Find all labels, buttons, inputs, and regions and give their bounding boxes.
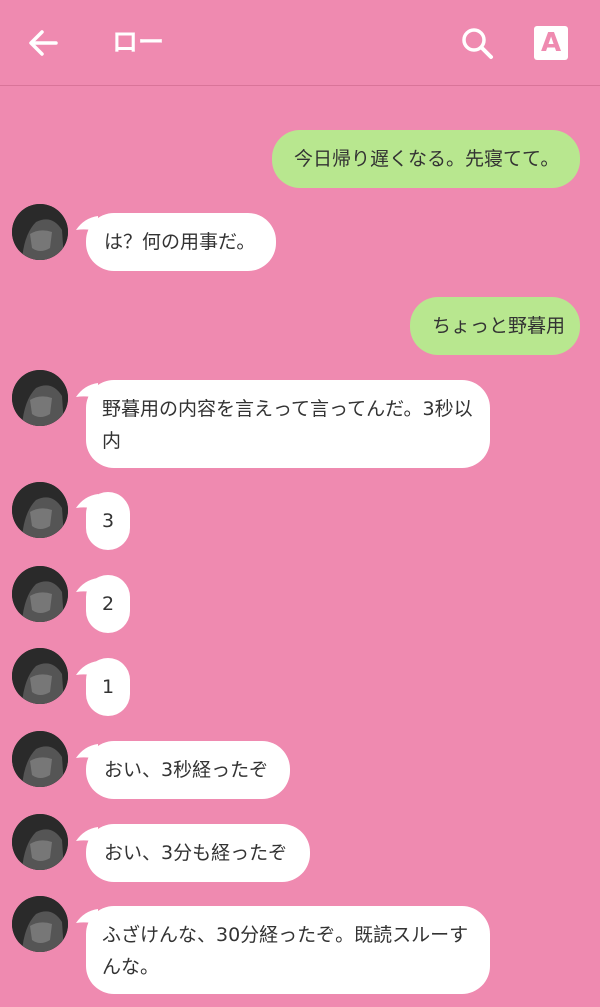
message-bubble-outgoing: ちょっと野暮用 [410, 297, 580, 355]
message-bubble-outgoing: 今日帰り遅くなる。先寝てて。 [272, 130, 580, 188]
message-bubble-incoming: 1 [86, 658, 130, 716]
chat-header: ロー A [0, 0, 600, 86]
message-bubble-incoming: おい、3秒経ったぞ [86, 741, 290, 799]
avatar[interactable] [12, 648, 68, 704]
message-text: 2 [101, 593, 115, 615]
message-bubble-incoming: 2 [86, 575, 130, 633]
message-text: 1 [101, 676, 115, 698]
back-arrow-icon[interactable] [26, 26, 60, 60]
avatar[interactable] [12, 814, 68, 870]
search-icon[interactable] [458, 24, 496, 62]
message-bubble-incoming: 3 [86, 492, 130, 550]
message-bubble-incoming: は？何の用事だ。 [86, 213, 276, 271]
contact-name: ロー [112, 28, 165, 58]
message-text: ふざけんな、30分経ったぞ。既読スルーすんな。 [102, 924, 469, 978]
avatar[interactable] [12, 482, 68, 538]
message-text: 今日帰り遅くなる。先寝てて。 [294, 148, 560, 170]
message-text: おい、3分も経ったぞ [104, 842, 288, 864]
font-size-button[interactable]: A [534, 26, 568, 60]
message-text: は？何の用事だ。 [104, 231, 256, 253]
bubble-tail [556, 134, 578, 150]
avatar[interactable] [12, 566, 68, 622]
message-text: おい、3秒経ったぞ [104, 759, 269, 781]
avatar[interactable] [12, 370, 68, 426]
avatar[interactable] [12, 731, 68, 787]
message-bubble-incoming: おい、3分も経ったぞ [86, 824, 310, 882]
message-bubble-incoming: ふざけんな、30分経ったぞ。既読スルーすんな。 [86, 906, 490, 994]
message-text: 野暮用の内容を言えって言ってんだ。3秒以内 [102, 398, 473, 452]
avatar[interactable] [12, 896, 68, 952]
message-text: 3 [101, 510, 115, 532]
message-text: ちょっと野暮用 [432, 315, 566, 337]
bubble-tail [556, 301, 578, 317]
message-bubble-incoming: 野暮用の内容を言えって言ってんだ。3秒以内 [86, 380, 490, 468]
avatar[interactable] [12, 204, 68, 260]
